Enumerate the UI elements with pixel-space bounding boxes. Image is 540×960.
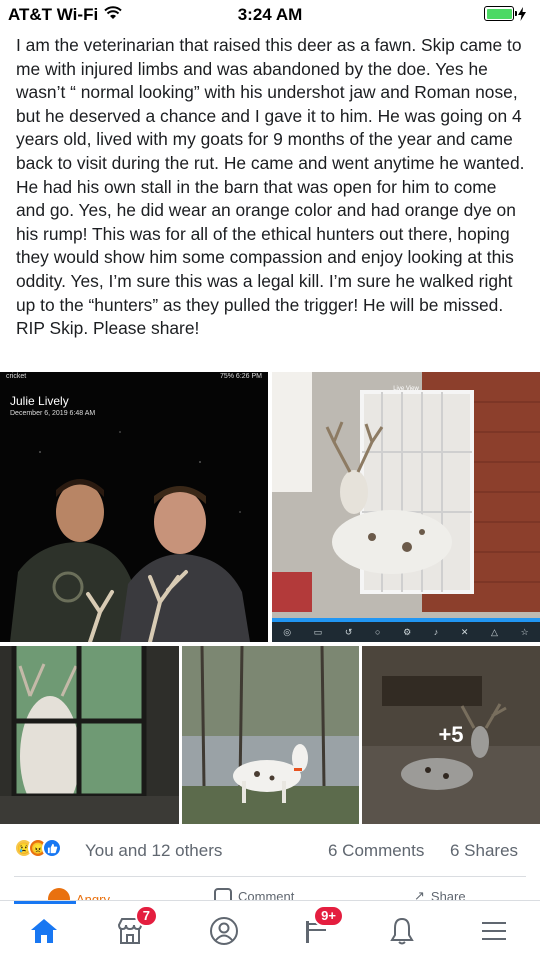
react-button[interactable]: Angry <box>48 888 110 900</box>
clock: 3:24 AM <box>237 5 303 24</box>
bottom-navigation: 7 9+ <box>0 900 540 960</box>
share-button-label: Share <box>430 888 466 901</box>
shares-count-link[interactable]: 6 Shares <box>450 841 518 861</box>
share-button[interactable]: ↗ Share <box>414 888 466 900</box>
nav-profile[interactable] <box>204 911 244 951</box>
nav-groups[interactable]: 9+ <box>296 905 344 951</box>
photo-deer-window[interactable] <box>0 646 179 824</box>
active-tab-indicator <box>14 901 76 904</box>
divider <box>14 876 526 877</box>
status-bar: AT&T Wi-Fi 3:24 AM <box>0 0 540 28</box>
post-action-row: Angry Comment ↗ Share <box>0 886 540 900</box>
home-icon <box>31 919 57 943</box>
share-icon: ↗ <box>414 888 425 900</box>
circle-icon: ○ <box>375 627 381 637</box>
photo-deer-more[interactable]: +5 <box>362 646 540 824</box>
nav-menu[interactable] <box>474 911 514 951</box>
charging-icon <box>518 6 526 21</box>
mute-icon: ✕ <box>460 626 469 637</box>
settings-icon: ⚙ <box>403 626 412 637</box>
like-reaction-icon <box>42 838 62 858</box>
nav-marketplace[interactable]: 7 <box>110 905 158 951</box>
bell-icon <box>390 917 414 945</box>
star-icon: ☆ <box>520 626 529 637</box>
window-deer-illustration <box>0 646 179 824</box>
camera-live-view-label: Live View <box>393 386 419 392</box>
reactions-summary[interactable]: You and 12 others <box>85 841 222 861</box>
hamburger-menu-icon <box>482 922 506 940</box>
photo-deer-yard[interactable] <box>182 646 359 824</box>
photo-hunters[interactable]: cricket 75% 6:26 PM Julie Lively Decembe… <box>0 372 268 642</box>
groups-badge: 9+ <box>313 905 344 927</box>
comments-count-link[interactable]: 6 Comments <box>328 841 424 861</box>
record-icon: ▭ <box>313 626 323 637</box>
nav-notifications[interactable] <box>382 911 422 951</box>
angry-icon <box>48 888 70 900</box>
mic-icon: ♪ <box>433 627 439 637</box>
nav-home[interactable] <box>24 911 64 951</box>
porch-deer-illustration <box>272 372 540 642</box>
comment-icon <box>214 888 232 900</box>
photo-porch-camera[interactable]: Live View ◎ ▭ ↺ ○ ⚙ ♪ ✕ △ ☆ <box>272 372 540 642</box>
marketplace-badge: 7 <box>134 905 158 927</box>
react-button-label: Angry <box>76 891 110 901</box>
comment-button[interactable]: Comment <box>214 888 294 900</box>
battery-icon <box>484 6 526 21</box>
rewind-icon: ↺ <box>344 626 353 637</box>
more-photos-overlay[interactable]: +5 <box>362 646 540 824</box>
camera-toolbar: ◎ ▭ ↺ ○ ⚙ ♪ ✕ △ ☆ <box>272 622 540 642</box>
post-body: I am the veterinarian that raised this d… <box>16 35 525 339</box>
hunters-illustration <box>10 431 250 642</box>
profile-icon <box>210 917 238 945</box>
camera-icon: ◎ <box>283 626 292 637</box>
reaction-icons[interactable]: 😢 😠 <box>14 838 62 858</box>
comment-button-label: Comment <box>238 888 295 901</box>
alert-icon: △ <box>491 626 498 637</box>
yard-deer-illustration <box>182 646 359 824</box>
